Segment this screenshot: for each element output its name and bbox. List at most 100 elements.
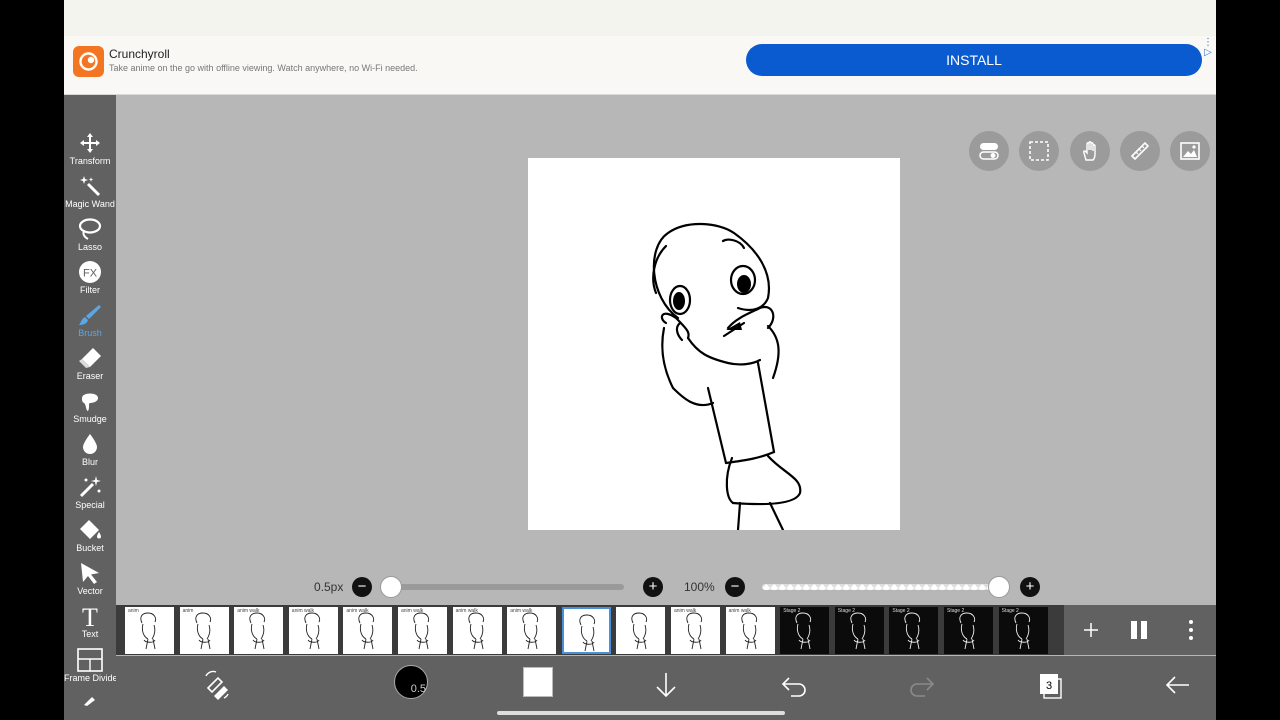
frame-thumbnail[interactable]: Stage 2 — [834, 607, 884, 654]
frame-thumbnail[interactable]: Stage 2 — [889, 607, 939, 654]
redo-icon[interactable] — [905, 668, 939, 702]
home-indicator — [497, 711, 785, 715]
brush-icon — [79, 305, 101, 325]
animation-frames-strip[interactable]: anim anim anim walk anim walk anim walk anim … — [116, 605, 1064, 655]
frame-thumbnail[interactable]: anim walk — [343, 607, 393, 654]
tool-magic-wand[interactable]: Magic Wand — [64, 174, 116, 216]
tool-eraser[interactable]: Eraser — [64, 346, 116, 388]
dropper-icon[interactable] — [82, 693, 98, 706]
frame-thumbnail[interactable]: anim — [125, 607, 174, 654]
tool-transform[interactable]: Transform — [64, 131, 116, 173]
color-swatch[interactable] — [523, 667, 553, 697]
frame-thumbnail[interactable]: anim walk — [725, 607, 775, 654]
opacity-slider-row: 100% − + — [684, 576, 1044, 598]
drawing-canvas[interactable] — [528, 158, 900, 532]
frame-sketch — [522, 612, 539, 650]
brush-size-indicator[interactable]: 0.5 — [394, 665, 428, 699]
tool-smudge[interactable]: Smudge — [64, 389, 116, 431]
opacity-decrease-button[interactable]: − — [725, 577, 745, 597]
arrow-down-icon[interactable] — [649, 668, 683, 702]
install-button[interactable]: INSTALL — [746, 44, 1202, 76]
frame-sketch — [631, 612, 648, 650]
frame-thumbnail[interactable]: anim — [179, 607, 229, 654]
brush-size-increase-button[interactable]: + — [643, 577, 663, 597]
frame-thumbnail[interactable]: anim walk — [507, 607, 557, 654]
tool-label: Bucket — [76, 543, 104, 553]
hand-button[interactable] — [1070, 131, 1110, 171]
frame-sketch — [579, 614, 595, 652]
frame-thumbnail[interactable]: anim walk — [234, 607, 284, 654]
image-button[interactable] — [1170, 131, 1210, 171]
frame-divider-icon — [77, 648, 103, 672]
frame-sketch — [1013, 612, 1030, 650]
tool-filter[interactable]: FX Filter — [64, 260, 116, 302]
tool-lasso[interactable]: Lasso — [64, 217, 116, 259]
image-icon — [1180, 142, 1200, 160]
opacity-thumb[interactable] — [988, 576, 1010, 598]
tool-label: Blur — [81, 457, 98, 467]
brush-size-label: 0.5px — [314, 580, 344, 594]
ad-info-icon[interactable]: ⋮ ▷ — [1203, 38, 1213, 58]
ruler-button[interactable] — [1120, 131, 1160, 171]
swap-brush-eraser-icon[interactable] — [200, 668, 234, 702]
toggle-button[interactable] — [969, 131, 1009, 171]
more-vertical-icon[interactable] — [1184, 619, 1198, 641]
tool-frame-divider[interactable]: Frame Divider — [64, 648, 121, 690]
tool-sidebar: Transform Magic Wand Lasso FX Filter Bru… — [64, 95, 121, 720]
brush-size-decrease-button[interactable]: − — [352, 577, 372, 597]
frame-thumbnail[interactable] — [561, 607, 611, 654]
tool-brush[interactable]: Brush — [64, 303, 116, 345]
frame-sketch — [795, 612, 812, 650]
frame-thumbnail[interactable]: anim walk — [452, 607, 502, 654]
tool-label: Eraser — [76, 371, 104, 381]
frame-thumbnail[interactable]: Stage 2 — [998, 607, 1048, 654]
pause-icon[interactable] — [1128, 619, 1150, 641]
ad-banner[interactable]: Crunchyroll Take anime on the go with of… — [64, 36, 1216, 95]
hand-icon — [1083, 141, 1096, 161]
frame-thumbnail[interactable]: anim walk — [671, 607, 720, 654]
frame-thumbnail[interactable]: Stage 2 — [944, 607, 993, 654]
status-bar — [64, 0, 1216, 36]
svg-text:T: T — [82, 604, 98, 628]
frame-sketch — [194, 612, 211, 650]
brush-size-badge: 0.5 — [410, 683, 426, 695]
selection-icon — [1029, 141, 1049, 161]
frame-sketch — [686, 612, 703, 650]
toggle-icon — [979, 143, 999, 160]
layers-icon: 3 — [1040, 674, 1062, 699]
svg-text:FX: FX — [83, 268, 98, 280]
special-sparkle-icon — [79, 476, 101, 498]
back-arrow-icon[interactable] — [1161, 668, 1195, 702]
tool-special[interactable]: Special — [64, 475, 116, 517]
magic-wand-icon — [80, 176, 101, 197]
frame-sketch — [740, 612, 757, 650]
frame-thumbnail[interactable]: anim walk — [288, 607, 338, 654]
tool-text[interactable]: T Text — [64, 604, 116, 646]
ad-title[interactable]: Crunchyroll — [109, 47, 170, 61]
text-icon: T — [82, 604, 98, 628]
tool-blur[interactable]: Blur — [64, 432, 116, 474]
selection-button[interactable] — [1019, 131, 1059, 171]
frame-thumbnail[interactable] — [616, 607, 666, 654]
move-arrows-icon — [80, 133, 100, 153]
fx-icon: FX — [79, 261, 101, 283]
tool-bucket[interactable]: Bucket — [64, 518, 116, 560]
frame-sketch — [959, 612, 976, 650]
opacity-increase-button[interactable]: + — [1020, 577, 1040, 597]
frame-sketch — [467, 612, 484, 650]
layers-button[interactable]: 3 — [1034, 668, 1068, 702]
brush-size-track[interactable] — [380, 584, 624, 590]
tool-vector[interactable]: Vector — [64, 561, 116, 603]
add-frame-icon[interactable] — [1080, 619, 1102, 641]
frame-thumbnail[interactable]: Stage 2 — [780, 607, 830, 654]
crunchyroll-logo-icon[interactable] — [73, 46, 104, 77]
character-sketch — [652, 222, 802, 532]
opacity-track[interactable] — [762, 584, 1004, 590]
frame-sketch — [304, 612, 320, 650]
tool-label: Smudge — [73, 414, 107, 424]
svg-text:3: 3 — [1046, 680, 1052, 692]
ruler-icon — [1130, 141, 1150, 161]
brush-size-thumb[interactable] — [380, 576, 402, 598]
undo-icon[interactable] — [777, 668, 811, 702]
frame-thumbnail[interactable]: anim walk — [398, 607, 447, 654]
